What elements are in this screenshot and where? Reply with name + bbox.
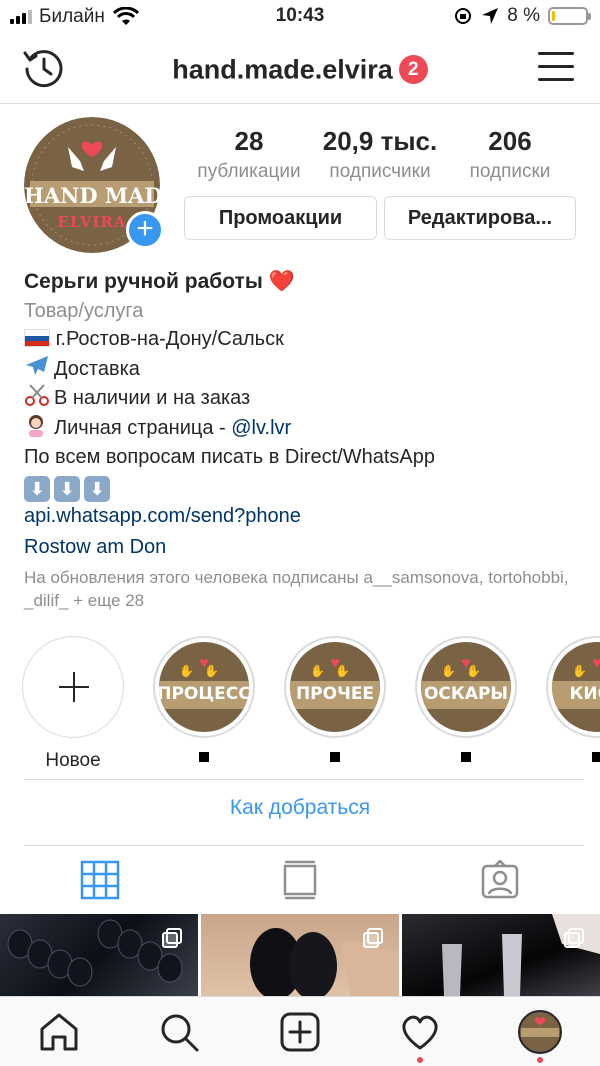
highlight-title: ОСКАРЫ [423, 684, 509, 704]
battery-percent: 8 % [507, 5, 540, 26]
bottom-nav [0, 996, 600, 1066]
bio: Серьги ручной работы ❤️ Товар/услуга г.Р… [24, 268, 584, 561]
profile-header: hand.made.elvira 2 [0, 34, 600, 104]
stat-posts-value: 28 [234, 126, 264, 156]
username-title[interactable]: hand.made.elvira 2 [0, 53, 600, 85]
battery-icon [548, 7, 591, 25]
bio-arrows: ⬇ ⬇ ⬇ [24, 471, 584, 503]
promo-button[interactable]: Промоакции [184, 196, 377, 240]
photo-earrings-black [250, 928, 399, 996]
bio-personal: Личная страница - @lv.lvr [24, 413, 584, 443]
location-icon [482, 8, 499, 24]
stat-followers[interactable]: 20,9 тыс. подписчики [310, 126, 450, 183]
bio-contact: По всем вопросам писать в Direct/WhatsAp… [24, 445, 435, 468]
directions-button[interactable]: Как добраться [0, 796, 600, 820]
activity-icon[interactable] [399, 1011, 441, 1053]
new-post-icon[interactable] [279, 1011, 321, 1053]
multiple-photos-icon [363, 928, 385, 950]
feed-tab-icon[interactable] [280, 860, 320, 900]
highlight-item[interactable]: ♥✋✋КИОС [546, 636, 600, 767]
photo-earrings-silver [442, 914, 600, 996]
new-highlight-button[interactable] [22, 636, 124, 738]
edit-profile-button[interactable]: Редактирова... [384, 196, 576, 240]
lock-rotation-icon [455, 8, 472, 24]
home-icon[interactable] [38, 1011, 80, 1053]
scissors-icon [25, 384, 49, 407]
profile-name-text: Серьги ручной работы [24, 270, 263, 293]
stat-following-label: подписки [469, 161, 551, 182]
highlight-new-label: Новое [45, 750, 101, 771]
woman-icon [29, 414, 43, 437]
down-arrow-icon: ⬇ [84, 476, 110, 503]
highlight-item[interactable]: ♥ ✋✋ ПРОЦЕСС [153, 636, 255, 767]
bio-stock: В наличии и на заказ [24, 383, 584, 413]
heart-emoji: ❤️ [268, 270, 295, 293]
bio-delivery-text: Доставка [54, 357, 140, 380]
highlight-label-square [199, 752, 209, 762]
highlight-item[interactable]: ♥ ✋✋ ОСКАРЫ [415, 636, 517, 767]
multiple-photos-icon [162, 928, 184, 950]
stat-following[interactable]: 206 подписки [452, 126, 568, 183]
notification-badge: 2 [398, 55, 428, 85]
grid-photo[interactable] [0, 914, 198, 996]
search-icon[interactable] [158, 1011, 200, 1053]
grid-photo[interactable] [402, 914, 600, 996]
bio-link-line: api.whatsapp.com/send?phone [24, 502, 584, 531]
stat-followers-value: 20,9 тыс. [322, 126, 438, 156]
multiple-photos-icon [564, 928, 586, 950]
down-arrow-icon: ⬇ [54, 476, 80, 503]
status-bar: Билайн 10:43 8 % [0, 0, 600, 34]
avatar-text-top: HAND MADE [24, 183, 160, 208]
highlight-label-square [330, 752, 340, 762]
bio-location-text: г.Ростов-на-Дону/Сальск [55, 328, 284, 351]
stat-posts-label: публикации [197, 161, 301, 182]
down-arrow-icon: ⬇ [24, 476, 50, 503]
highlight-label-square [461, 752, 471, 762]
bio-location: г.Ростов-на-Дону/Сальск [24, 325, 584, 354]
stat-following-value: 206 [488, 126, 532, 156]
tagged-tab-icon[interactable] [480, 860, 520, 900]
menu-icon[interactable] [538, 52, 574, 86]
address-link[interactable]: Rostow am Don [24, 536, 166, 558]
highlight-title: КИОС [569, 684, 600, 704]
personal-link[interactable]: @lv.lvr [231, 417, 291, 439]
bio-address-line: Rostow am Don [24, 533, 584, 562]
grid-tab-icon[interactable] [80, 860, 120, 900]
profile-dot [537, 1057, 543, 1063]
profile-name: Серьги ручной работы ❤️ [24, 268, 584, 297]
russia-flag-icon [24, 329, 50, 348]
highlight-item[interactable]: ♥ ✋✋ ПРОЧЕЕ [284, 636, 386, 767]
highlight-label-square [592, 752, 600, 762]
battery-fill [552, 11, 555, 21]
grid-photo[interactable] [201, 914, 399, 996]
bio-personal-prefix: Личная страница - [54, 416, 232, 439]
add-story-button[interactable]: + [126, 211, 164, 249]
photo-beads [7, 919, 183, 987]
followed-by-text[interactable]: На обновления этого человека подписаны a… [24, 566, 584, 612]
divider [24, 779, 584, 780]
stat-posts[interactable]: 28 публикации [186, 126, 312, 183]
status-right: 8 % [453, 5, 591, 27]
airplane-icon [26, 355, 48, 375]
photo-grid [0, 914, 600, 996]
stat-followers-label: подписчики [329, 161, 431, 182]
highlight-title: ПРОЦЕСС [159, 684, 249, 704]
highlight-title: ПРОЧЕЕ [295, 684, 375, 704]
story-highlights: Новое ♥✋✋ПРОЦЕСС ♥✋✋ПРОЧЕЕ ♥✋✋ОСКАРЫ ♥✋✋… [0, 630, 600, 772]
profile-tabs [0, 846, 600, 914]
activity-dot [417, 1057, 423, 1063]
highlight-new[interactable]: Новое [22, 636, 124, 772]
profile-avatar-icon[interactable] [517, 1009, 563, 1055]
whatsapp-link[interactable]: api.whatsapp.com/send?phone [24, 505, 301, 527]
bio-delivery: Доставка [24, 354, 584, 384]
profile-category: Товар/услуга [24, 299, 144, 322]
username: hand.made.elvira [172, 54, 393, 85]
bio-stock-text: В наличии и на заказ [54, 387, 251, 410]
